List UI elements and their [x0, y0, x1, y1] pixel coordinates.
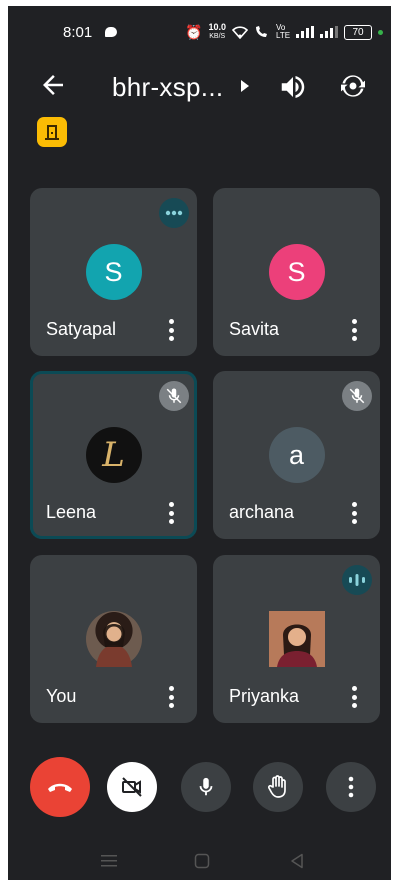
call-controls: [8, 756, 391, 820]
avatar: S: [268, 244, 325, 300]
participant-name: Leena: [46, 502, 97, 522]
end-call-button[interactable]: [30, 757, 90, 817]
speaking-indicator-icon: [342, 565, 372, 595]
more-vert-icon: [348, 776, 354, 798]
participant-tile-savita[interactable]: S Savita: [213, 188, 380, 356]
signal-icon: [296, 26, 314, 38]
wifi-calling-icon: [256, 26, 267, 37]
avatar: S: [85, 244, 142, 300]
battery-level: 70: [344, 24, 372, 40]
alarm-icon: ⏰: [185, 24, 203, 40]
participant-options-icon[interactable]: [169, 319, 175, 341]
volte-label: Vo LTE: [276, 23, 291, 40]
avatar: a: [268, 427, 325, 483]
back-arrow-icon[interactable]: [38, 70, 68, 100]
avatar: L: [85, 427, 142, 483]
muted-mic-icon: [159, 381, 189, 411]
system-nav-bar: [8, 844, 391, 880]
camera-off-icon: [122, 777, 142, 797]
chat-notification-icon: [105, 27, 117, 37]
hand-icon: [267, 775, 286, 798]
participant-options-icon[interactable]: [169, 686, 175, 708]
participant-name: archana: [229, 502, 295, 522]
status-time: 8:01: [63, 24, 93, 41]
participant-tile-leena[interactable]: L Leena: [30, 371, 197, 539]
net-speed: 10.0 KB/S: [208, 23, 226, 41]
net-speed-value: 10.0: [208, 22, 226, 32]
door-icon: [45, 125, 59, 140]
participant-options-icon[interactable]: [169, 502, 175, 524]
recent-apps-icon[interactable]: [100, 854, 118, 868]
muted-mic-icon: [342, 381, 372, 411]
wifi-icon: [232, 25, 248, 39]
call-header: bhr-xsp...: [8, 58, 391, 116]
microphone-button[interactable]: [181, 762, 231, 812]
avatar-photo: [85, 611, 142, 667]
net-speed-unit: KB/S: [209, 33, 226, 40]
more-dots-icon: [159, 198, 189, 228]
raise-hand-button[interactable]: [253, 762, 303, 812]
participant-options-icon[interactable]: [352, 502, 358, 524]
participant-name: You: [46, 686, 77, 706]
participant-tile-priyanka[interactable]: Priyanka: [213, 555, 380, 723]
avatar-photo: [268, 611, 325, 667]
meet-call-screen: 8:01 ⏰ 10.0 KB/S Vo LTE 70 bhr-xsp... S …: [8, 6, 391, 880]
status-icons: ⏰ 10.0 KB/S Vo LTE 70: [185, 23, 383, 41]
host-controls-badge[interactable]: [37, 117, 67, 147]
hang-up-icon: [48, 783, 72, 792]
participant-options-icon[interactable]: [352, 319, 358, 341]
signal-icon-2: [320, 26, 338, 38]
privacy-dot-icon: [378, 29, 383, 35]
speaker-icon[interactable]: [278, 72, 308, 102]
microphone-icon: [199, 777, 213, 796]
participant-name: Savita: [229, 319, 280, 339]
more-options-button[interactable]: [326, 762, 376, 812]
home-icon[interactable]: [194, 853, 210, 869]
participant-tile-archana[interactable]: a archana: [213, 371, 380, 539]
participant-name: Priyanka: [229, 686, 300, 706]
switch-camera-icon[interactable]: [337, 70, 369, 102]
participant-name: Satyapal: [46, 319, 117, 339]
camera-toggle-button[interactable]: [107, 762, 157, 812]
meeting-details-caret-icon[interactable]: [241, 80, 249, 92]
participant-options-icon[interactable]: [352, 686, 358, 708]
status-bar: 8:01 ⏰ 10.0 KB/S Vo LTE 70: [8, 6, 391, 52]
meeting-code[interactable]: bhr-xsp...: [112, 72, 223, 103]
participant-tile-satyapal[interactable]: S Satyapal: [30, 188, 197, 356]
back-nav-icon[interactable]: [290, 853, 304, 869]
participant-tile-you[interactable]: You: [30, 555, 197, 723]
